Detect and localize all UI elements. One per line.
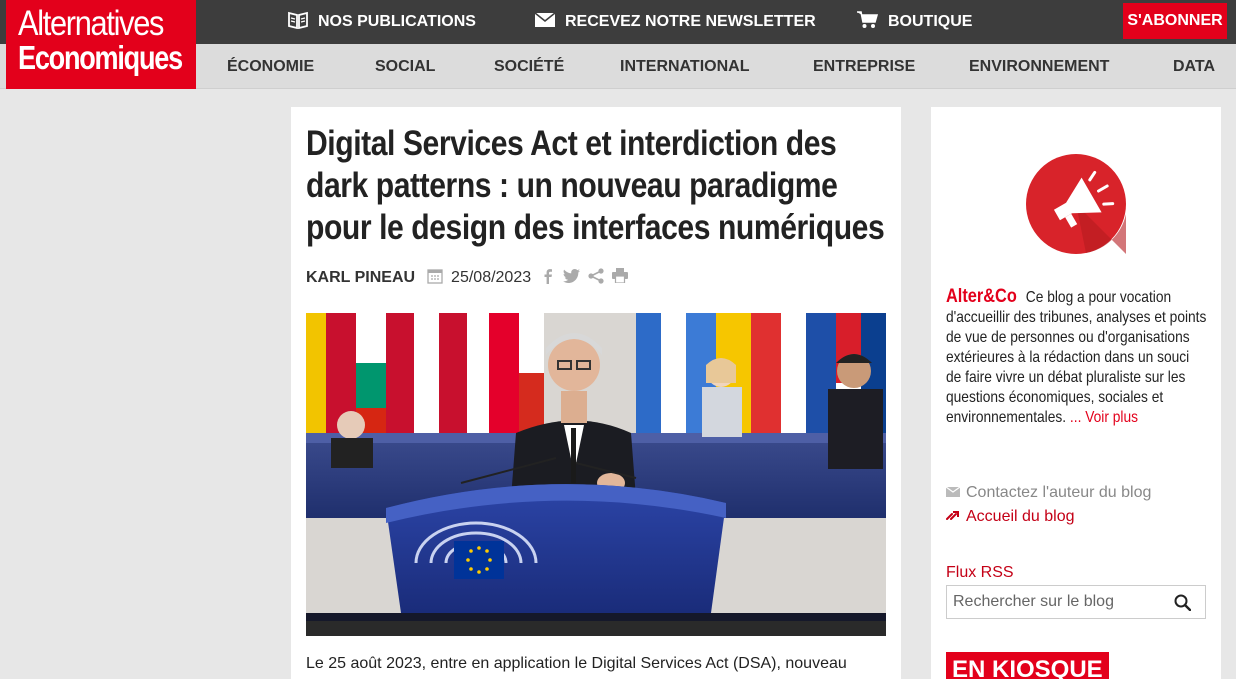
article-photo [306, 313, 886, 636]
share-icon[interactable] [588, 267, 604, 289]
contact-author-label: Contactez l'auteur du blog [966, 484, 1152, 501]
logo-line-1: Alternatives [18, 4, 164, 43]
print-icon[interactable] [612, 268, 629, 288]
en-kiosque-banner[interactable]: EN KIOSQUE [946, 652, 1109, 679]
article-title-line: Digital Services Act et interdiction des [306, 124, 837, 163]
article-meta: KARL PINEAU 25/08/2023 [306, 267, 629, 289]
blog-home-label: Accueil du blog [966, 508, 1075, 525]
book-icon [288, 11, 308, 34]
article-card: Digital Services Act et interdiction des… [291, 107, 901, 679]
article-date: 25/08/2023 [451, 269, 532, 286]
logo-line-2: Economiques [18, 39, 183, 76]
nav-publications-link[interactable]: NOS PUBLICATIONS [288, 0, 476, 44]
contact-author-link[interactable]: Contactez l'auteur du blog [945, 484, 1152, 502]
nav-item-social[interactable]: SOCIAL [375, 44, 435, 89]
subscribe-button[interactable]: S'ABONNER [1123, 3, 1227, 39]
nav-item-societe[interactable]: SOCIÉTÉ [494, 44, 564, 89]
article-title-line: dark patterns : un nouveau paradigme [306, 166, 838, 205]
nav-item-economie[interactable]: ÉCONOMIE [227, 44, 314, 89]
nav-item-international[interactable]: INTERNATIONAL [620, 44, 749, 89]
envelope-icon [945, 484, 961, 502]
article-lead: Le 25 août 2023, entre en application le… [306, 655, 847, 672]
cart-icon [857, 10, 879, 34]
nav-item-data[interactable]: DATA [1173, 44, 1215, 89]
blog-description-text: Ce blog a pour vocation d'accueillir des… [946, 289, 1207, 426]
site-logo[interactable]: Alternatives Economiques [6, 0, 196, 89]
rss-feed-link[interactable]: Flux RSS [946, 564, 1014, 582]
share-buttons [541, 267, 629, 289]
blog-name: Alter&Co [946, 286, 1017, 307]
double-arrow-icon [946, 508, 960, 526]
search-icon[interactable] [1174, 594, 1192, 616]
megaphone-icon [1026, 154, 1126, 254]
nav-item-entreprise[interactable]: ENTREPRISE [813, 44, 915, 89]
nav-newsletter-link[interactable]: RECEVEZ NOTRE NEWSLETTER [534, 0, 816, 44]
nav-publications-label: NOS PUBLICATIONS [318, 13, 476, 30]
blog-sidebar: Alter&Co Ce blog a pour vocation d'accue… [931, 107, 1221, 679]
nav-item-environnement[interactable]: ENVIRONNEMENT [969, 44, 1109, 89]
nav-newsletter-label: RECEVEZ NOTRE NEWSLETTER [565, 13, 816, 30]
nav-shop-label: BOUTIQUE [888, 13, 973, 30]
calendar-icon [427, 268, 443, 289]
envelope-icon [534, 11, 556, 32]
twitter-icon[interactable] [563, 268, 581, 288]
nav-shop-link[interactable]: BOUTIQUE [857, 0, 972, 44]
blog-search-box [946, 585, 1206, 619]
article-title-line: pour le design des interfaces numériques [306, 208, 885, 247]
article-author[interactable]: KARL PINEAU [306, 269, 415, 287]
blog-search-input[interactable] [947, 586, 1162, 618]
facebook-icon[interactable] [541, 268, 555, 289]
see-more-link[interactable]: ... Voir plus [1070, 409, 1138, 426]
blog-description: Alter&Co Ce blog a pour vocation d'accue… [946, 287, 1208, 428]
blog-home-link[interactable]: Accueil du blog [946, 508, 1075, 526]
article-title: Digital Services Act et interdiction des… [306, 123, 899, 249]
